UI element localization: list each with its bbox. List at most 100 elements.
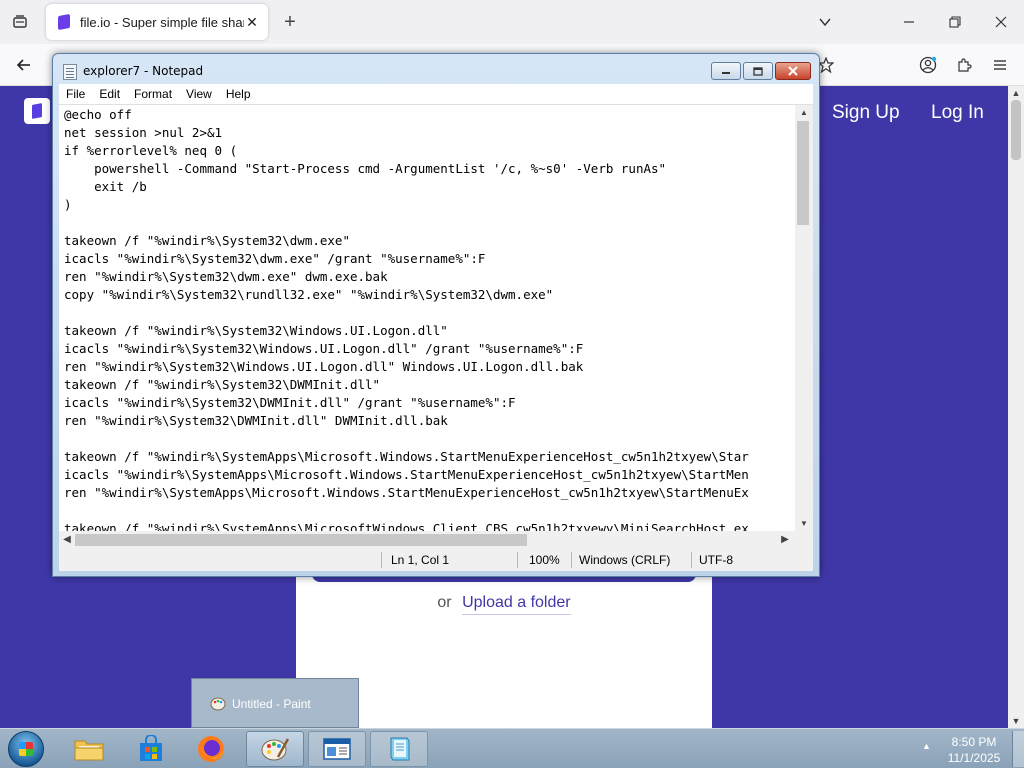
account-button[interactable] [912,50,944,80]
paint-taskbar-preview[interactable]: Untitled - Paint [191,678,359,728]
paint-preview-label: Untitled - Paint [232,697,311,711]
star-icon [818,57,834,73]
browser-close-button[interactable] [978,6,1024,38]
status-line-ending: Windows (CRLF) [579,553,671,567]
minimize-icon [722,72,730,74]
taskbar: ▲ 8:50 PM 11/1/2025 [0,728,1024,768]
notepad-statusbar: Ln 1, Col 1 100% Windows (CRLF) UTF-8 [59,549,813,571]
scroll-down-arrow-icon[interactable]: ▼ [1008,714,1024,728]
notepad-minimize-button[interactable] [711,62,741,80]
back-button[interactable] [8,50,40,80]
notepad-text-line[interactable]: takeown /f "%windir%\SystemApps\Microsof… [64,520,794,531]
show-hidden-icons-arrow-icon[interactable]: ▲ [922,741,931,751]
notepad-text-content[interactable]: @echo off net session >nul 2>&1 if %errorl… [64,106,794,531]
show-desktop-button[interactable] [1012,731,1024,767]
notepad-text-line[interactable]: net session >nul 2>&1 [64,124,794,142]
notepad-text-line[interactable] [64,430,794,448]
clock-time[interactable]: 8:50 PM [950,735,998,749]
notepad-text-line[interactable]: if %errorlevel% neq 0 ( [64,142,794,160]
extensions-button[interactable] [948,50,980,80]
fileio-logo-icon[interactable] [24,98,50,124]
status-separator [691,552,692,568]
taskbar-file-explorer[interactable] [60,731,118,767]
store-bag-icon [140,735,162,761]
menu-format[interactable]: Format [127,87,179,101]
taskbar-microsoft-store[interactable] [122,731,180,767]
notepad-text-line[interactable] [64,214,794,232]
page-scrollbar[interactable]: ▲ ▼ [1008,86,1024,728]
app-menu-button[interactable] [984,50,1016,80]
taskbar-paint[interactable] [246,731,304,767]
notepad-close-button[interactable] [775,62,811,80]
notepad-horizontal-scrollbar[interactable]: ◀ ▶ [59,531,813,549]
maximize-icon [753,66,763,76]
notepad-text-line[interactable]: ren "%windir%\System32\dwm.exe" dwm.exe.… [64,268,794,286]
notepad-text-line[interactable]: icacls "%windir%\SystemApps\Microsoft.Wi… [64,466,794,484]
taskbar-firefox[interactable] [182,731,240,767]
notepad-text-line[interactable]: icacls "%windir%\System32\DWMInit.dll" /… [64,394,794,412]
status-separator [381,552,382,568]
notepad-text-line[interactable]: @echo off [64,106,794,124]
status-zoom: 100% [529,553,560,567]
scroll-up-arrow-icon[interactable]: ▲ [795,105,813,121]
menu-view[interactable]: View [179,87,219,101]
scroll-down-arrow-icon[interactable]: ▼ [795,516,813,531]
minimize-icon [904,21,914,23]
or-label: or [437,594,452,611]
start-button[interactable] [8,731,44,767]
notepad-text-line[interactable]: ren "%windir%\System32\DWMInit.dll" DWMI… [64,412,794,430]
page-scroll-thumb[interactable] [1011,100,1021,160]
list-all-tabs-button[interactable] [802,6,848,38]
account-icon [919,56,937,74]
notepad-text-line[interactable] [64,502,794,520]
chevron-down-icon [819,18,831,27]
browser-restore-button[interactable] [932,6,978,38]
notepad-text-line[interactable]: powershell -Command "Start-Process cmd -… [64,160,794,178]
log-in-link[interactable]: Log In [931,102,984,124]
notepad-title: explorer7 - Notepad [83,64,204,78]
sign-up-link[interactable]: Sign Up [832,102,900,124]
upload-folder-link[interactable]: Upload a folder [462,594,571,615]
taskbar-window-app[interactable] [308,731,366,767]
restore-icon [949,16,961,28]
status-separator [517,552,518,568]
notepad-text-line[interactable]: takeown /f "%windir%\SystemApps\Microsof… [64,448,794,466]
scroll-right-arrow-icon[interactable]: ▶ [777,531,793,549]
notepad-maximize-button[interactable] [743,62,773,80]
notepad-text-area[interactable]: @echo off net session >nul 2>&1 if %errorl… [59,104,813,531]
notepad-text-line[interactable]: takeown /f "%windir%\System32\Windows.UI… [64,322,794,340]
notepad-horizontal-scroll-thumb[interactable] [75,534,527,546]
notepad-text-line[interactable]: icacls "%windir%\System32\dwm.exe" /gran… [64,250,794,268]
window-app-icon [323,738,351,760]
tab-close-icon[interactable]: ✕ [244,14,260,31]
notepad-text-line[interactable]: exit /b [64,178,794,196]
tab-overview-button[interactable] [4,6,36,38]
notepad-app-icon [63,64,77,80]
arrow-left-icon [16,59,30,71]
menu-help[interactable]: Help [219,87,258,101]
menu-file[interactable]: File [59,87,92,101]
notepad-text-line[interactable] [64,304,794,322]
notepad-text-line[interactable]: ren "%windir%\System32\Windows.UI.Logon.… [64,358,794,376]
notepad-text-line[interactable]: takeown /f "%windir%\System32\dwm.exe" [64,232,794,250]
notepad-menubar: File Edit Format View Help [59,84,813,104]
notepad-vertical-scrollbar[interactable]: ▲ ▼ [795,105,813,531]
status-encoding: UTF-8 [699,553,733,567]
taskbar-notepad[interactable] [370,731,428,767]
notepad-window: explorer7 - Notepad File Edit Format Vie… [52,53,820,577]
notepad-text-line[interactable]: icacls "%windir%\System32\Windows.UI.Log… [64,340,794,358]
new-tab-button[interactable]: + [276,8,304,36]
fileio-favicon-icon [58,13,70,31]
notepad-text-line[interactable]: takeown /f "%windir%\System32\DWMInit.dl… [64,376,794,394]
browser-tab-active[interactable]: file.io - Super simple file sharing ✕ [46,4,268,40]
notepad-text-line[interactable]: ren "%windir%\SystemApps\Microsoft.Windo… [64,484,794,502]
browser-minimize-button[interactable] [886,6,932,38]
notepad-text-line[interactable]: copy "%windir%\System32\rundll32.exe" "%… [64,286,794,304]
notepad-titlebar[interactable]: explorer7 - Notepad [53,54,819,86]
notepad-vertical-scroll-thumb[interactable] [797,121,809,225]
scroll-left-arrow-icon[interactable]: ◀ [59,531,75,549]
scroll-up-arrow-icon[interactable]: ▲ [1008,86,1024,100]
menu-edit[interactable]: Edit [92,87,127,101]
clock-date[interactable]: 11/1/2025 [946,751,1002,765]
notepad-text-line[interactable]: ) [64,196,794,214]
